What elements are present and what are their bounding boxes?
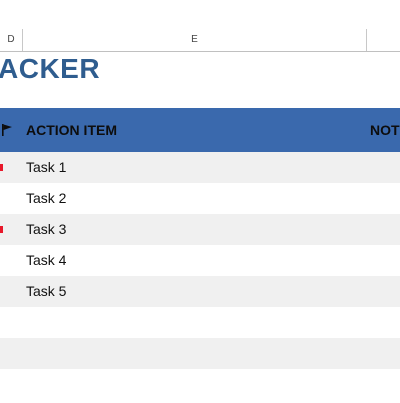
column-headers: D E xyxy=(0,29,400,52)
task-cell[interactable]: Task 2 xyxy=(26,183,66,214)
column-header-d[interactable]: D xyxy=(0,29,23,51)
table-row[interactable]: Task 4 xyxy=(0,245,400,276)
task-cell[interactable]: Task 5 xyxy=(26,276,66,307)
table-header-row: ACTION ITEM NOT xyxy=(0,108,400,152)
table-row[interactable]: Task 5 xyxy=(0,276,400,307)
table-row[interactable]: Task 3 xyxy=(0,214,400,245)
task-cell[interactable]: Task 3 xyxy=(26,214,66,245)
column-header-e[interactable]: E xyxy=(23,29,367,51)
column-header-f[interactable] xyxy=(367,29,400,51)
priority-flag-marker xyxy=(0,164,3,171)
table-row[interactable] xyxy=(0,338,400,369)
task-cell[interactable]: Task 4 xyxy=(26,245,66,276)
table-row[interactable] xyxy=(0,369,400,400)
flag-icon xyxy=(2,124,12,136)
table-row[interactable]: Task 1 xyxy=(0,152,400,183)
header-notes[interactable]: NOT xyxy=(370,108,400,152)
header-action-item[interactable]: ACTION ITEM xyxy=(26,108,117,152)
toolbar-strip xyxy=(0,0,400,30)
task-cell[interactable]: Task 1 xyxy=(26,152,66,183)
table-row[interactable]: Task 2 xyxy=(0,183,400,214)
table-row[interactable] xyxy=(0,307,400,338)
priority-flag-marker xyxy=(0,226,3,233)
sheet-title: ACKER xyxy=(0,53,101,84)
task-table-body: Task 1 Task 2 Task 3 Task 4 Task 5 xyxy=(0,152,400,400)
